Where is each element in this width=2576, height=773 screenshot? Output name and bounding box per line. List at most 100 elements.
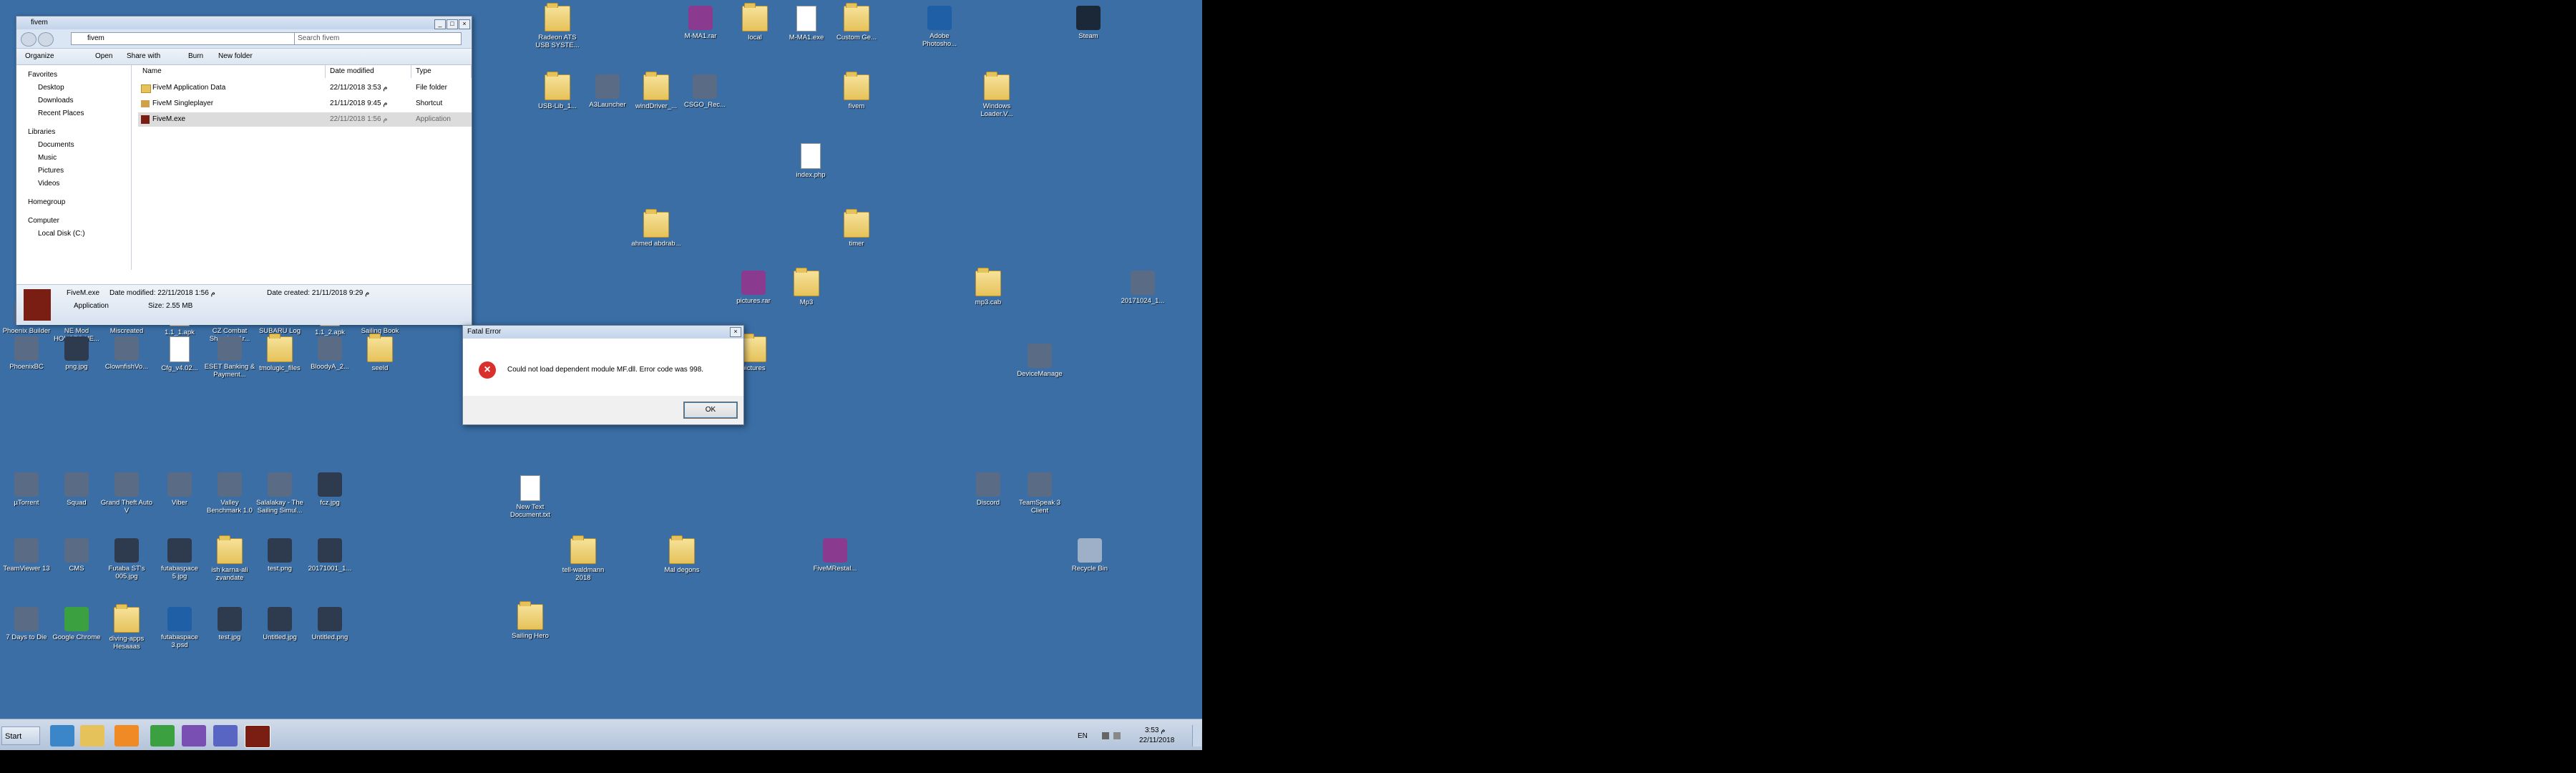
desktop-icon[interactable]: Salalakay - The Sailing Simul... [253,472,306,515]
nav-libraries[interactable]: Libraries [28,128,55,136]
desktop-icon[interactable]: futaba­space 5.jpg [153,538,206,580]
start-button[interactable]: Start [1,726,40,745]
explorer-titlebar[interactable]: fivem _ □ × [16,16,472,29]
desktop-icon[interactable]: Clownfish­Vo... [100,336,153,371]
language-indicator[interactable]: EN [1078,732,1088,740]
nav-music[interactable]: Music [38,154,57,162]
nav-local-disk[interactable]: Local Disk (C:) [38,230,85,238]
open-button[interactable]: Open [95,52,112,60]
nav-favorites[interactable]: Favorites [28,71,57,79]
desktop-icon[interactable]: windDriver_... [630,72,683,110]
desktop-icon[interactable]: timer [830,209,883,248]
desktop-icon[interactable]: index.php [784,143,837,179]
desktop-icon[interactable]: Windows Loader.V... [970,72,1023,118]
desktop-icon[interactable]: futaba­space 3.psd [153,607,206,649]
nav-downloads[interactable]: Downloads [38,97,73,104]
back-button[interactable] [21,32,36,47]
desktop-icon[interactable]: Radeon ATS USB SYSTE... [531,3,584,49]
maximize-button[interactable]: □ [447,19,458,29]
column-type[interactable]: Type [411,65,472,78]
network-icon[interactable] [1102,732,1109,739]
file-row-selected[interactable]: FiveM.exe 22/11/2018 1:56 م Application [138,112,472,127]
desktop-icon[interactable]: ahmed abdrab... [630,209,683,248]
burn-button[interactable]: Burn [188,52,203,60]
desktop-icon[interactable]: CSGO_Rec... [678,74,731,109]
desktop-icon[interactable]: 7 Days to Die [0,607,53,641]
search-input[interactable]: Search fivem [294,32,462,45]
desktop-icon[interactable]: fivem [830,72,883,110]
close-button[interactable]: × [459,19,470,29]
fivem-taskbar-icon[interactable] [245,725,270,748]
share-with-button[interactable]: Share with [127,52,160,60]
desktop-icon[interactable]: A3Launcher [581,74,634,109]
desktop-icon[interactable]: New Text Document.txt [504,475,557,519]
desktop-icon[interactable]: PhoenixBC [0,336,53,371]
desktop-icon[interactable]: Google Chrome [50,607,103,641]
volume-icon[interactable] [1113,732,1121,739]
desktop-icon[interactable]: Adobe Photosho... [913,6,966,48]
desktop-icon[interactable]: tell-waldmann 2018 [557,535,610,582]
desktop-icon[interactable]: tmolugic_files [253,334,306,372]
discord-icon[interactable] [213,725,238,747]
nav-computer[interactable]: Computer [28,217,59,225]
desktop-icon[interactable]: BloodyA_2... [303,336,356,371]
desktop-icon[interactable]: M-MA1.rar [674,6,727,40]
desktop-icon[interactable]: test.jpg [203,607,256,641]
ok-button[interactable]: OK [683,402,738,419]
nav-recent[interactable]: Recent Places [38,110,84,117]
desktop-icon[interactable]: mp3.cab [962,268,1015,306]
desktop-icon[interactable]: ish karna-ali zvandate [203,535,256,582]
desktop-icon[interactable]: DeviceManage [1013,344,1066,378]
desktop-icon[interactable]: Mal degons [655,535,708,574]
new-folder-button[interactable]: New folder [218,52,253,60]
clock-date[interactable]: 22/11/2018 [1139,736,1174,744]
show-desktop-button[interactable] [1192,725,1201,747]
desktop-icon[interactable]: Untitled.png [303,607,356,641]
desktop-icon[interactable]: seeld [353,334,406,372]
desktop-icon[interactable]: local [728,3,781,42]
viber-icon[interactable] [182,725,206,747]
desktop-icon[interactable]: USB-Lib_1... [531,72,584,110]
minimize-button[interactable]: _ [434,19,446,29]
explorer-window[interactable]: fivem _ □ × fivem Search fivem Organize Op… [16,16,472,325]
address-bar[interactable]: fivem [71,32,296,45]
desktop-icon[interactable]: Valley Benchmark 1.0 [203,472,256,515]
desktop-icon[interactable]: png.jpg [50,336,103,371]
nav-documents[interactable]: Documents [38,141,74,149]
desktop-icon[interactable]: µTorrent [0,472,53,507]
close-icon[interactable]: × [730,327,741,337]
desktop-icon[interactable]: Discord [962,472,1015,507]
desktop-icon[interactable]: 20171001_1... [303,538,356,573]
desktop-icon[interactable]: Cfg_v4.02... [153,336,206,372]
organize-button[interactable]: Organize [25,52,54,60]
dialog-titlebar[interactable]: Fatal Error × [463,326,743,339]
desktop-icon[interactable]: FiveMRestal... [809,538,862,573]
desktop-icon[interactable]: pictures.rar [727,271,780,305]
nav-desktop[interactable]: Desktop [38,84,64,92]
desktop-icon[interactable]: Untitled.jpg [253,607,306,641]
desktop-icon[interactable]: M-MA1.exe [780,6,833,42]
forward-button[interactable] [38,32,54,47]
desktop-icon[interactable]: Viber [153,472,206,507]
desktop-icon[interactable]: Custom Ge... [830,3,883,42]
column-name[interactable]: Name [138,65,326,78]
desktop-icon[interactable]: Squad [50,472,103,507]
desktop-icon[interactable]: Futaba ST's 005.jpg [100,538,153,580]
nav-homegroup[interactable]: Homegroup [28,198,65,206]
desktop-icon[interactable]: Recycle Bin [1063,538,1116,573]
column-date[interactable]: Date modified [326,65,411,78]
nav-videos[interactable]: Videos [38,180,59,188]
file-row[interactable]: FiveM Application Data 22/11/2018 3:53 م… [138,81,472,95]
desktop-icon[interactable]: ESET Banking & Payment... [203,336,256,379]
desktop-icon[interactable]: fcz.jpg [303,472,356,507]
explorer-icon[interactable] [80,725,104,747]
media-player-icon[interactable] [114,725,139,747]
desktop-icon[interactable]: TeamViewer 13 [0,538,53,573]
file-row[interactable]: FiveM Singleplayer 21/11/2018 9:45 م Sho… [138,97,472,111]
ie-icon[interactable] [50,725,74,747]
desktop-icon[interactable]: Sailing Hero [504,601,557,640]
nav-pictures[interactable]: Pictures [38,167,64,175]
desktop-icon[interactable]: test.png [253,538,306,573]
desktop-icon[interactable]: 20171024_1... [1116,271,1169,305]
chrome-icon[interactable] [150,725,175,747]
